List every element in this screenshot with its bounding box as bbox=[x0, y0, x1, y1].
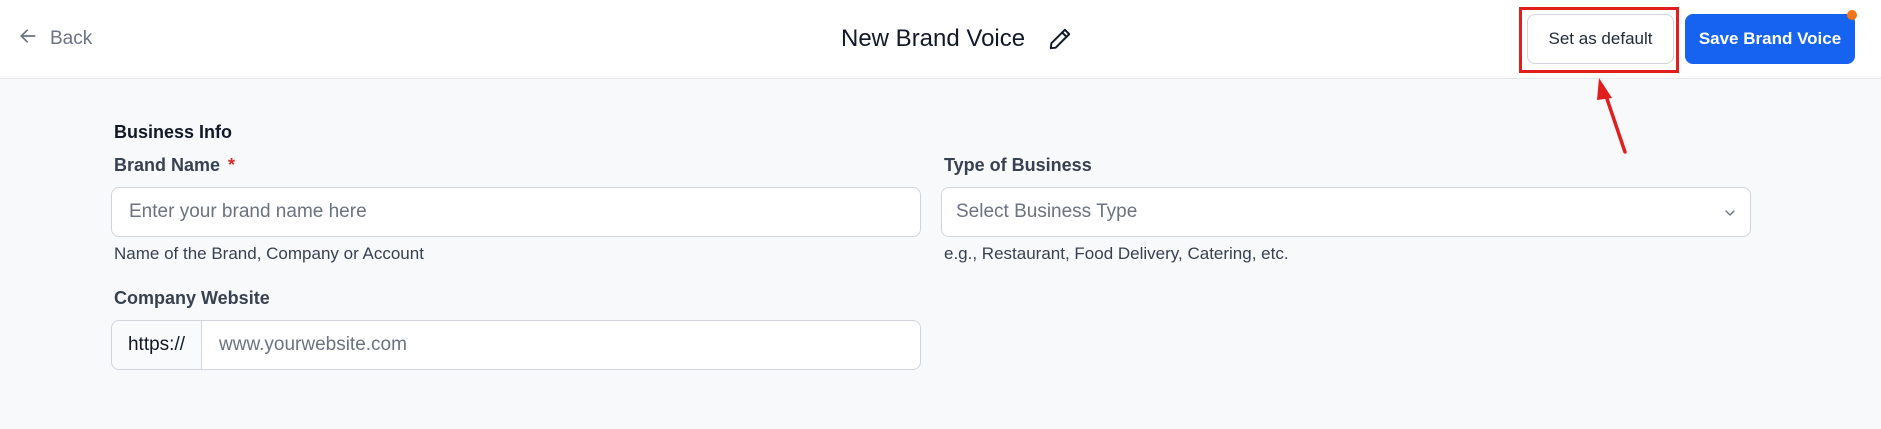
title-group: New Brand Voice bbox=[841, 22, 1073, 56]
brand-name-hint: Name of the Brand, Company or Account bbox=[114, 244, 424, 263]
business-type-hint: e.g., Restaurant, Food Delivery, Caterin… bbox=[944, 244, 1289, 263]
company-website-input[interactable]: https:// www.yourwebsite.com bbox=[111, 320, 921, 370]
notification-dot bbox=[1847, 10, 1857, 20]
red-arrow-icon bbox=[1597, 78, 1627, 154]
business-type-placeholder: Select Business Type bbox=[956, 201, 1138, 222]
chevron-down-icon bbox=[1722, 205, 1738, 227]
brand-name-placeholder: Enter your brand name here bbox=[129, 201, 367, 222]
back-button[interactable]: Back bbox=[18, 26, 92, 52]
brand-name-label-text: Brand Name bbox=[114, 155, 221, 175]
pencil-icon[interactable] bbox=[1047, 26, 1073, 52]
save-brand-voice-button[interactable]: Save Brand Voice bbox=[1685, 14, 1855, 64]
business-type-select[interactable]: Select Business Type bbox=[941, 187, 1751, 237]
page-title: New Brand Voice bbox=[841, 25, 1026, 52]
brand-name-input[interactable]: Enter your brand name here bbox=[111, 187, 921, 237]
required-mark: * bbox=[228, 155, 236, 175]
top-bar: Back New Brand Voice Set as default Save… bbox=[0, 0, 1881, 79]
business-type-label: Type of Business bbox=[944, 155, 1092, 175]
website-prefix: https:// bbox=[112, 321, 202, 369]
brand-name-label: Brand Name * bbox=[114, 155, 235, 176]
section-title: Business Info bbox=[114, 122, 233, 142]
back-label: Back bbox=[50, 28, 93, 49]
website-placeholder: www.yourwebsite.com bbox=[219, 334, 407, 355]
arrow-left-icon bbox=[18, 26, 38, 52]
company-website-label: Company Website bbox=[114, 288, 270, 308]
set-as-default-button[interactable]: Set as default bbox=[1527, 14, 1674, 64]
